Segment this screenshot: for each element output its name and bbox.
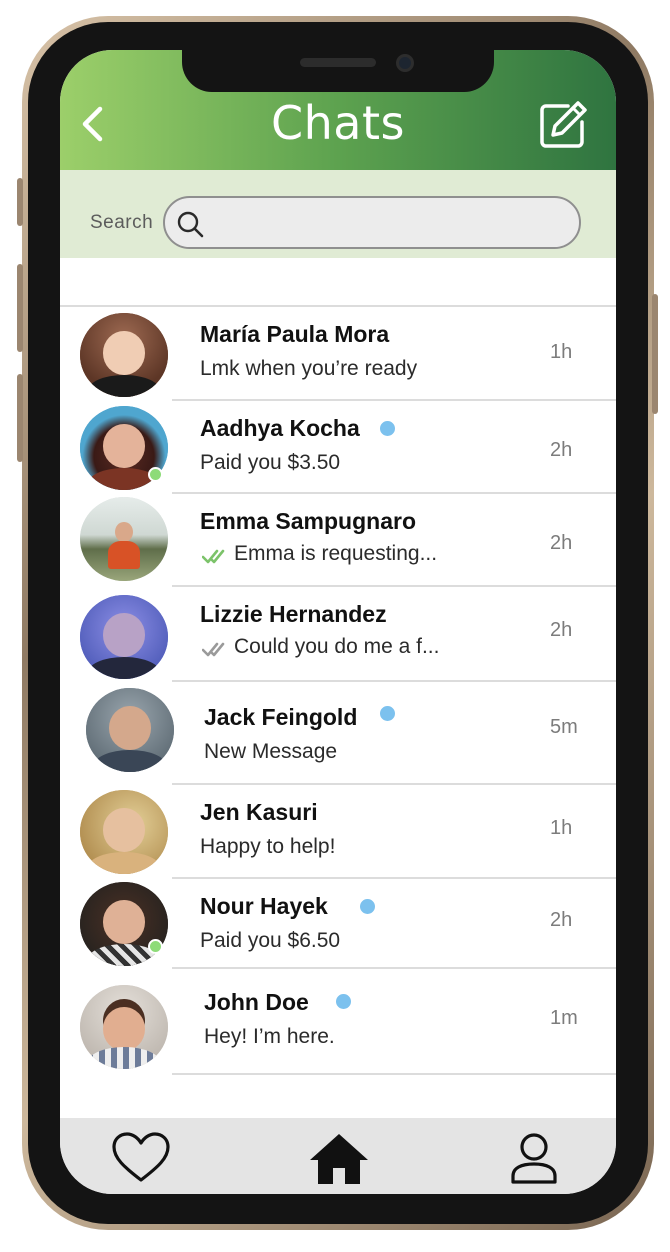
chat-row[interactable]: Aadhya Kocha Paid you $3.50 2h: [60, 401, 616, 493]
timestamp: 2h: [550, 909, 573, 931]
avatar: [80, 497, 168, 581]
chat-row[interactable]: John Doe Hey! I’m here. 1m: [60, 969, 616, 1073]
message-preview: Paid you $3.50: [200, 451, 341, 474]
timestamp: 1h: [550, 341, 573, 363]
online-indicator: [148, 939, 163, 954]
phone-notch: [182, 50, 494, 92]
timestamp: 5m: [550, 716, 578, 738]
bottom-nav: [60, 1118, 616, 1194]
contact-name: María Paula Mora: [200, 321, 390, 347]
contact-name: Lizzie Hernandez: [200, 601, 387, 627]
search-label: Search: [90, 212, 154, 233]
contact-name: Nour Hayek: [200, 893, 328, 919]
profile-icon: [511, 1133, 557, 1184]
message-preview: Paid you $6.50: [200, 929, 341, 952]
contact-name: Aadhya Kocha: [200, 415, 360, 441]
volume-up-button: [17, 264, 23, 352]
side-button: [17, 178, 23, 226]
online-indicator: [148, 467, 163, 482]
avatar: [80, 313, 168, 397]
heart-icon: [112, 1132, 170, 1182]
contact-name: Jen Kasuri: [200, 799, 318, 825]
timestamp: 1m: [550, 1007, 578, 1029]
front-camera: [396, 54, 414, 72]
timestamp: 2h: [550, 619, 573, 641]
home-icon: [310, 1134, 368, 1184]
power-button: [652, 294, 658, 414]
chat-row[interactable]: Jen Kasuri Happy to help! 1h: [60, 785, 616, 877]
timestamp: 2h: [550, 532, 573, 554]
timestamp: 2h: [550, 439, 573, 461]
message-preview: Hey! I’m here.: [204, 1025, 335, 1048]
delivered-receipt-icon: [202, 642, 225, 657]
chat-row[interactable]: Nour Hayek Paid you $6.50 2h: [60, 879, 616, 969]
search-icon: [177, 211, 204, 238]
compose-button[interactable]: [538, 100, 588, 150]
unread-indicator: [380, 421, 395, 436]
row-divider: [172, 1073, 616, 1075]
message-preview: Emma is requesting...: [234, 542, 438, 565]
unread-indicator: [336, 994, 351, 1009]
contact-name: John Doe: [204, 989, 309, 1015]
compose-icon: [540, 101, 587, 148]
search-input[interactable]: [163, 196, 581, 249]
chat-row[interactable]: Emma Sampugnaro Emma is requesting... 2h: [60, 494, 616, 586]
unread-indicator: [380, 706, 395, 721]
page-title: Chats: [271, 96, 405, 150]
timestamp: 1h: [550, 817, 573, 839]
message-preview: New Message: [204, 740, 338, 763]
message-preview: Happy to help!: [200, 835, 336, 858]
contact-name: Jack Feingold: [204, 704, 358, 730]
home-tab[interactable]: [308, 1130, 370, 1186]
screen: Chats Search María Paula Mora Lmk when y…: [60, 50, 616, 1194]
favorites-tab[interactable]: [110, 1130, 172, 1186]
speaker-grille: [300, 58, 376, 67]
avatar: [80, 595, 168, 679]
avatar: [80, 790, 168, 874]
unread-indicator: [360, 899, 375, 914]
chat-row[interactable]: Lizzie Hernandez Could you do me a f... …: [60, 587, 616, 681]
avatar: [80, 985, 168, 1069]
message-preview: Could you do me a f...: [234, 635, 440, 658]
message-preview: Lmk when you’re ready: [200, 357, 418, 380]
profile-tab[interactable]: [503, 1130, 565, 1186]
contact-name: Emma Sampugnaro: [200, 508, 416, 534]
volume-down-button: [17, 374, 23, 462]
chat-row[interactable]: María Paula Mora Lmk when you’re ready 1…: [60, 307, 616, 401]
avatar: [86, 688, 174, 772]
read-receipt-icon: [202, 549, 225, 564]
chat-row[interactable]: Jack Feingold New Message 5m: [60, 682, 616, 782]
